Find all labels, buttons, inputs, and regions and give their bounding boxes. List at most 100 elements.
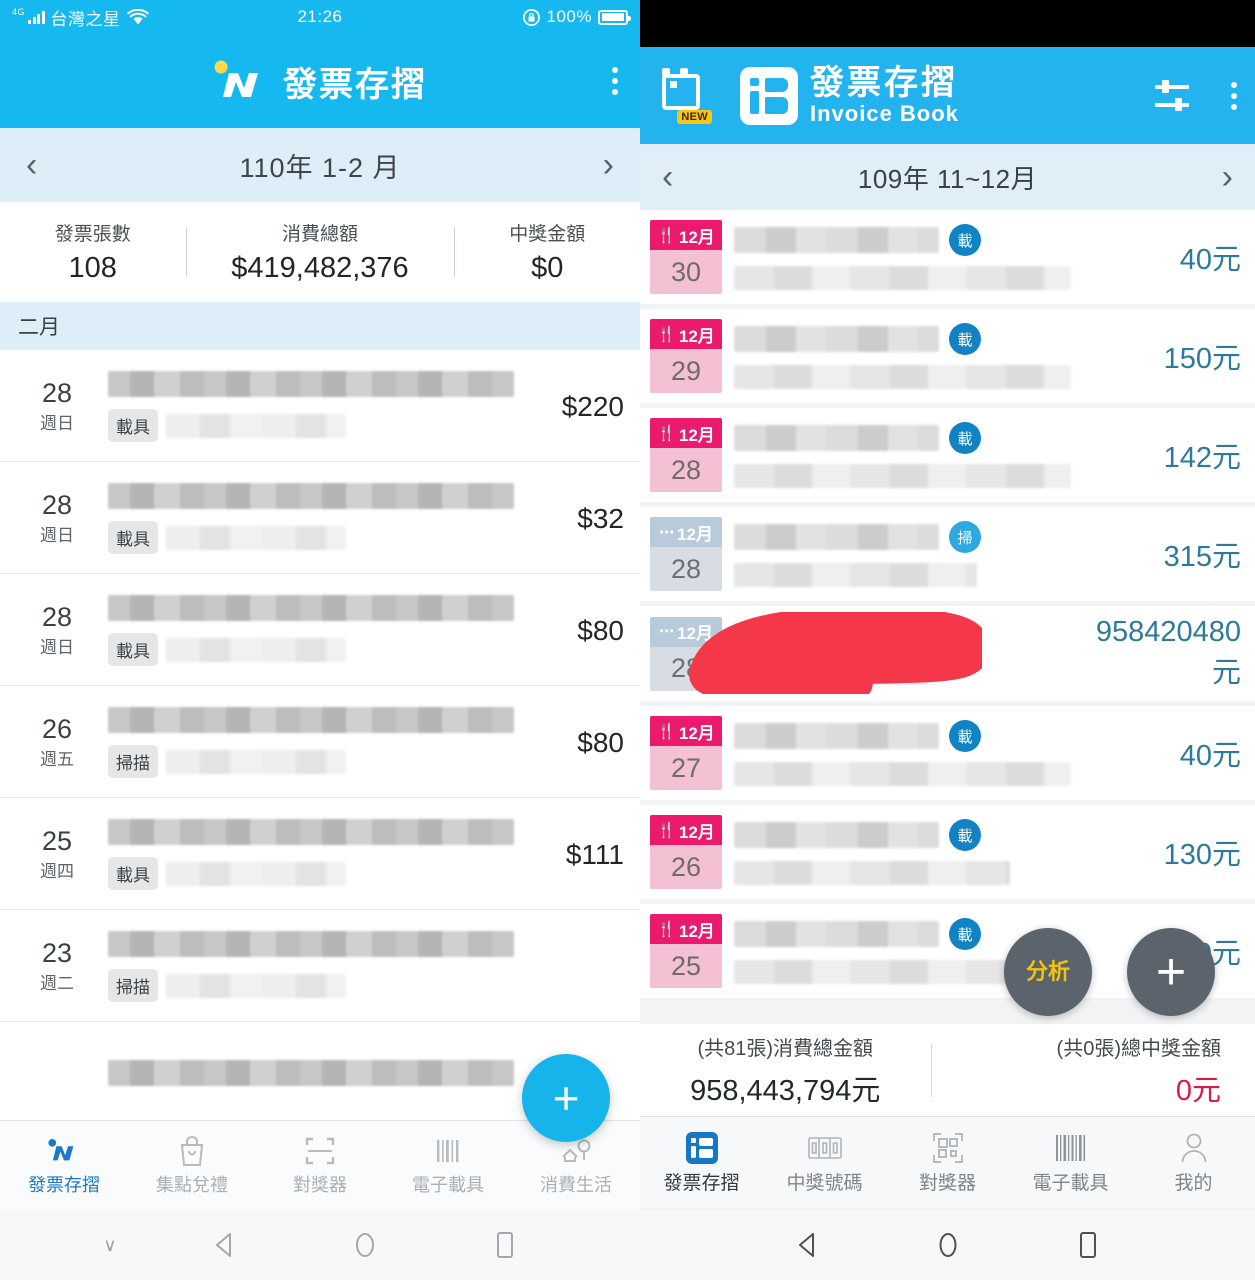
add-fab-icon[interactable]: + (1127, 928, 1215, 1016)
status-bar-placeholder (640, 0, 1255, 47)
calendar-new-icon[interactable]: NEW (658, 67, 712, 124)
back-icon[interactable] (738, 1231, 878, 1259)
chevron-right-icon[interactable]: › (603, 148, 614, 182)
summary-value: $0 (531, 252, 564, 284)
chevron-left-icon[interactable]: ‹ (662, 160, 673, 194)
app-title-cn: 發票存摺 (810, 64, 958, 102)
list-item[interactable]: 🍴 12月 27 載 40元 (640, 706, 1255, 800)
list-item[interactable]: 25 週四 載具 $111 (0, 798, 640, 910)
badge-top: 🍴 12月 (650, 815, 722, 845)
summary-cell-invoice-count: 發票張數 108 (0, 219, 186, 285)
redacted-merchant-name (108, 483, 514, 509)
list-item-day: 23 (41, 937, 73, 968)
app-title: 發票存摺 (283, 65, 427, 104)
list-item-amount: $32 (577, 502, 624, 534)
cutlery-icon: 🍴 (657, 226, 676, 244)
list-item[interactable]: 28 週日 載具 $220 (0, 350, 640, 462)
hide-keyboard-chevron-icon[interactable]: ∨ (65, 1235, 155, 1256)
list-item[interactable]: 🍴 12月 29 載 150元 (640, 309, 1255, 403)
badge-day: 28 (650, 547, 722, 591)
cutlery-icon: 🍴 (657, 722, 676, 740)
tab-prize-numbers[interactable]: 中獎號碼 (763, 1130, 886, 1195)
list-item-body: 載 (722, 323, 1071, 389)
app-logo-and-title: 發票存摺 Invoice Book (740, 66, 959, 125)
android-nav-bar (640, 1210, 1255, 1280)
add-invoice-fab[interactable]: + (522, 1054, 610, 1142)
tab-invoice-book[interactable]: 發票存摺 (0, 1134, 128, 1197)
list-item-amount: $80 (577, 614, 624, 646)
back-icon[interactable] (155, 1231, 295, 1259)
tab-prize-checker[interactable]: 對獎器 (886, 1130, 1009, 1195)
list-item-amount: 40元 (1179, 244, 1241, 276)
app-bar-actions (1155, 79, 1237, 111)
badge-top: 🍴 12月 (650, 319, 722, 349)
recents-icon[interactable] (435, 1230, 575, 1260)
redacted-invoice-details (734, 762, 1071, 786)
invoice-list[interactable]: 28 週日 載具 $220 28 週日 載具 $32 28 週日 載具 $80 … (0, 350, 640, 1134)
app-title-block: 發票存摺 Invoice Book (810, 66, 959, 125)
kebab-menu-icon[interactable] (1231, 81, 1237, 110)
redacted-invoice-details (734, 861, 1011, 885)
badge-top: 🍴 12月 (650, 220, 722, 250)
footer-value: 0元 (1175, 1074, 1221, 1107)
redacted-invoice-number (166, 413, 346, 438)
signal-bars-icon (28, 10, 45, 24)
gift-bag-icon (128, 1134, 256, 1168)
list-item-body (98, 1060, 514, 1098)
home-icon[interactable] (295, 1230, 435, 1260)
month-selector: ‹ 109年 11~12月 › (640, 144, 1255, 210)
badge-top: 🍴 12月 (650, 418, 722, 448)
list-item-amount: 150元 (1163, 343, 1241, 375)
list-item[interactable]: 28 週日 載具 $80 (0, 574, 640, 686)
list-item-date-badge: ⋯ 12月 28 (650, 517, 722, 591)
list-item[interactable]: 26 週五 掃描 $80 (0, 686, 640, 798)
chevron-left-icon[interactable]: ‹ (26, 148, 37, 182)
list-item-tag-row: 載具 (108, 633, 514, 666)
list-item[interactable]: 28 週日 載具 $32 (0, 462, 640, 574)
tab-invoice-book[interactable]: 發票存摺 (640, 1130, 763, 1195)
tab-points-rewards[interactable]: 集點兌禮 (128, 1134, 256, 1197)
list-item-amount: 130元 (1163, 839, 1241, 871)
invoice-book-mark-icon (740, 66, 798, 125)
list-item[interactable]: ⋯ 12月 28 掃 315元 (640, 507, 1255, 601)
redacted-merchant-name (108, 707, 514, 733)
barcode-icon (1009, 1130, 1132, 1166)
invoice-list[interactable]: 🍴 12月 30 載 40元 🍴 12月 29 載 150元 🍴 12月 28 … (640, 210, 1255, 998)
list-item-date-badge: 🍴 12月 28 (650, 418, 722, 492)
tab-consumer-life[interactable]: 消費生活 (512, 1134, 640, 1197)
list-item-date-badge: 🍴 12月 25 (650, 914, 722, 988)
list-item[interactable]: 🍴 12月 30 載 40元 (640, 210, 1255, 304)
tab-e-carrier[interactable]: 電子載具 (1009, 1130, 1132, 1195)
list-item-weekday: 週日 (40, 414, 74, 434)
status-bar-right: 100% (522, 7, 631, 27)
list-item-title-row: 載 (734, 819, 1071, 851)
filter-sliders-icon[interactable] (1155, 79, 1189, 111)
kebab-menu-icon[interactable] (612, 67, 618, 95)
list-item[interactable]: 🍴 12月 28 載 142元 (640, 408, 1255, 502)
list-item[interactable]: 23 週二 掃描 (0, 910, 640, 1022)
source-tag: 載具 (108, 409, 158, 442)
analysis-fab-icon[interactable]: 分析 (1004, 928, 1092, 1016)
list-item[interactable]: 🍴 12月 26 載 130元 (640, 805, 1255, 899)
chevron-right-icon[interactable]: › (1222, 160, 1233, 194)
summary-label: 發票張數 (54, 224, 131, 245)
redacted-merchant-name (734, 326, 939, 352)
tab-my-account[interactable]: 我的 (1132, 1130, 1255, 1195)
summary-value: 108 (68, 252, 117, 284)
badge-month: 12月 (678, 326, 715, 346)
redacted-merchant-name (108, 931, 514, 957)
redacted-invoice-details (734, 365, 1071, 389)
tab-label: 中獎號碼 (786, 1173, 863, 1194)
list-item-day: 26 (41, 713, 73, 744)
tab-prize-checker[interactable]: 對獎器 (256, 1134, 384, 1197)
recents-icon[interactable] (1018, 1230, 1158, 1260)
app-bar: 發票存摺 (0, 34, 640, 128)
list-item-redacted[interactable]: ⋯ 12月 28 958420480元 (640, 606, 1255, 701)
list-item-body: 載具 (98, 371, 514, 442)
badge-month: 12月 (678, 921, 715, 941)
list-item-day: 25 (41, 825, 73, 856)
summary-cell-total-spend: 消費總額 $419,482,376 (185, 219, 455, 285)
home-icon[interactable] (878, 1230, 1018, 1260)
list-item-date: 26 週五 (16, 713, 98, 770)
tab-e-carrier[interactable]: 電子載具 (384, 1134, 512, 1197)
